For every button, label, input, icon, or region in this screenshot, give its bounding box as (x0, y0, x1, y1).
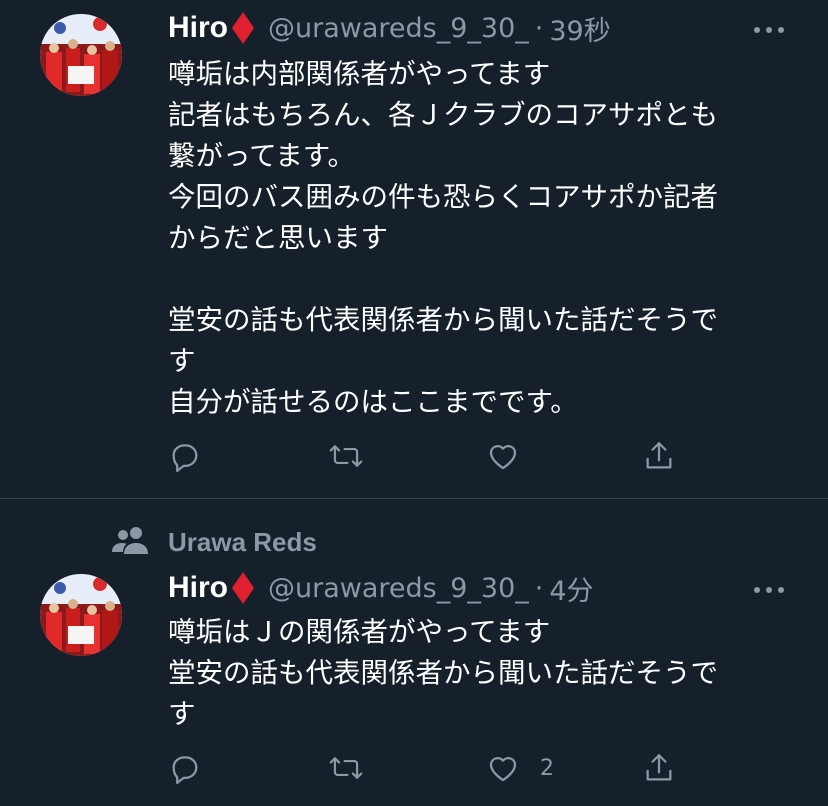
diamond-icon (232, 572, 254, 604)
social-context[interactable]: Urawa Reds (112, 522, 317, 562)
display-name[interactable]: Hiro (168, 571, 228, 605)
avatar[interactable] (40, 14, 122, 96)
share-button[interactable] (642, 436, 676, 476)
more-icon[interactable] (754, 580, 784, 600)
user-handle[interactable]: @urawareds_9_30_ (268, 13, 529, 44)
users-icon (112, 525, 150, 559)
tweet-header: Hiro @urawareds_9_30_ · 4分 (168, 568, 828, 608)
user-handle[interactable]: @urawareds_9_30_ (268, 573, 529, 604)
timestamp[interactable]: 4分 (549, 569, 593, 608)
avatar[interactable] (40, 574, 122, 656)
tweet-text: 噂垢は内部関係者がやってます 記者はもちろん、各Ｊクラブのコアサポとも 繋がって… (168, 58, 718, 418)
diamond-icon (232, 12, 254, 44)
like-icon (486, 751, 520, 785)
tweet-actions: 2 (168, 748, 688, 788)
tweet-actions (168, 436, 688, 476)
like-button[interactable]: 2 (486, 748, 554, 788)
separator-dot: · (534, 12, 544, 44)
tweet[interactable]: Hiro @urawareds_9_30_ · 4分 噂垢はＪの関係者がやってま… (0, 566, 828, 806)
like-count: 2 (540, 755, 554, 781)
retweet-icon (328, 439, 364, 473)
like-icon (486, 439, 520, 473)
retweet-button[interactable] (328, 436, 364, 476)
share-button[interactable] (642, 748, 676, 788)
retweet-icon (328, 751, 364, 785)
more-icon[interactable] (754, 20, 784, 40)
share-icon (642, 751, 676, 785)
tweet[interactable]: Hiro @urawareds_9_30_ · 39秒 噂垢は内部関係者がやって… (0, 0, 828, 498)
like-button[interactable] (486, 436, 540, 476)
retweet-button[interactable] (328, 748, 364, 788)
context-label[interactable]: Urawa Reds (168, 527, 317, 558)
reply-button[interactable] (168, 436, 202, 476)
display-name[interactable]: Hiro (168, 11, 228, 45)
reply-button[interactable] (168, 748, 202, 788)
separator-dot: · (534, 572, 544, 604)
tweet-divider (0, 498, 828, 499)
tweet-header: Hiro @urawareds_9_30_ · 39秒 (168, 8, 828, 48)
share-icon (642, 439, 676, 473)
reply-icon (168, 439, 202, 473)
timestamp[interactable]: 39秒 (549, 9, 610, 48)
tweet-text: 噂垢はＪの関係者がやってます 堂安の話も代表関係者から聞いた話だそうで す (168, 616, 718, 730)
reply-icon (168, 751, 202, 785)
